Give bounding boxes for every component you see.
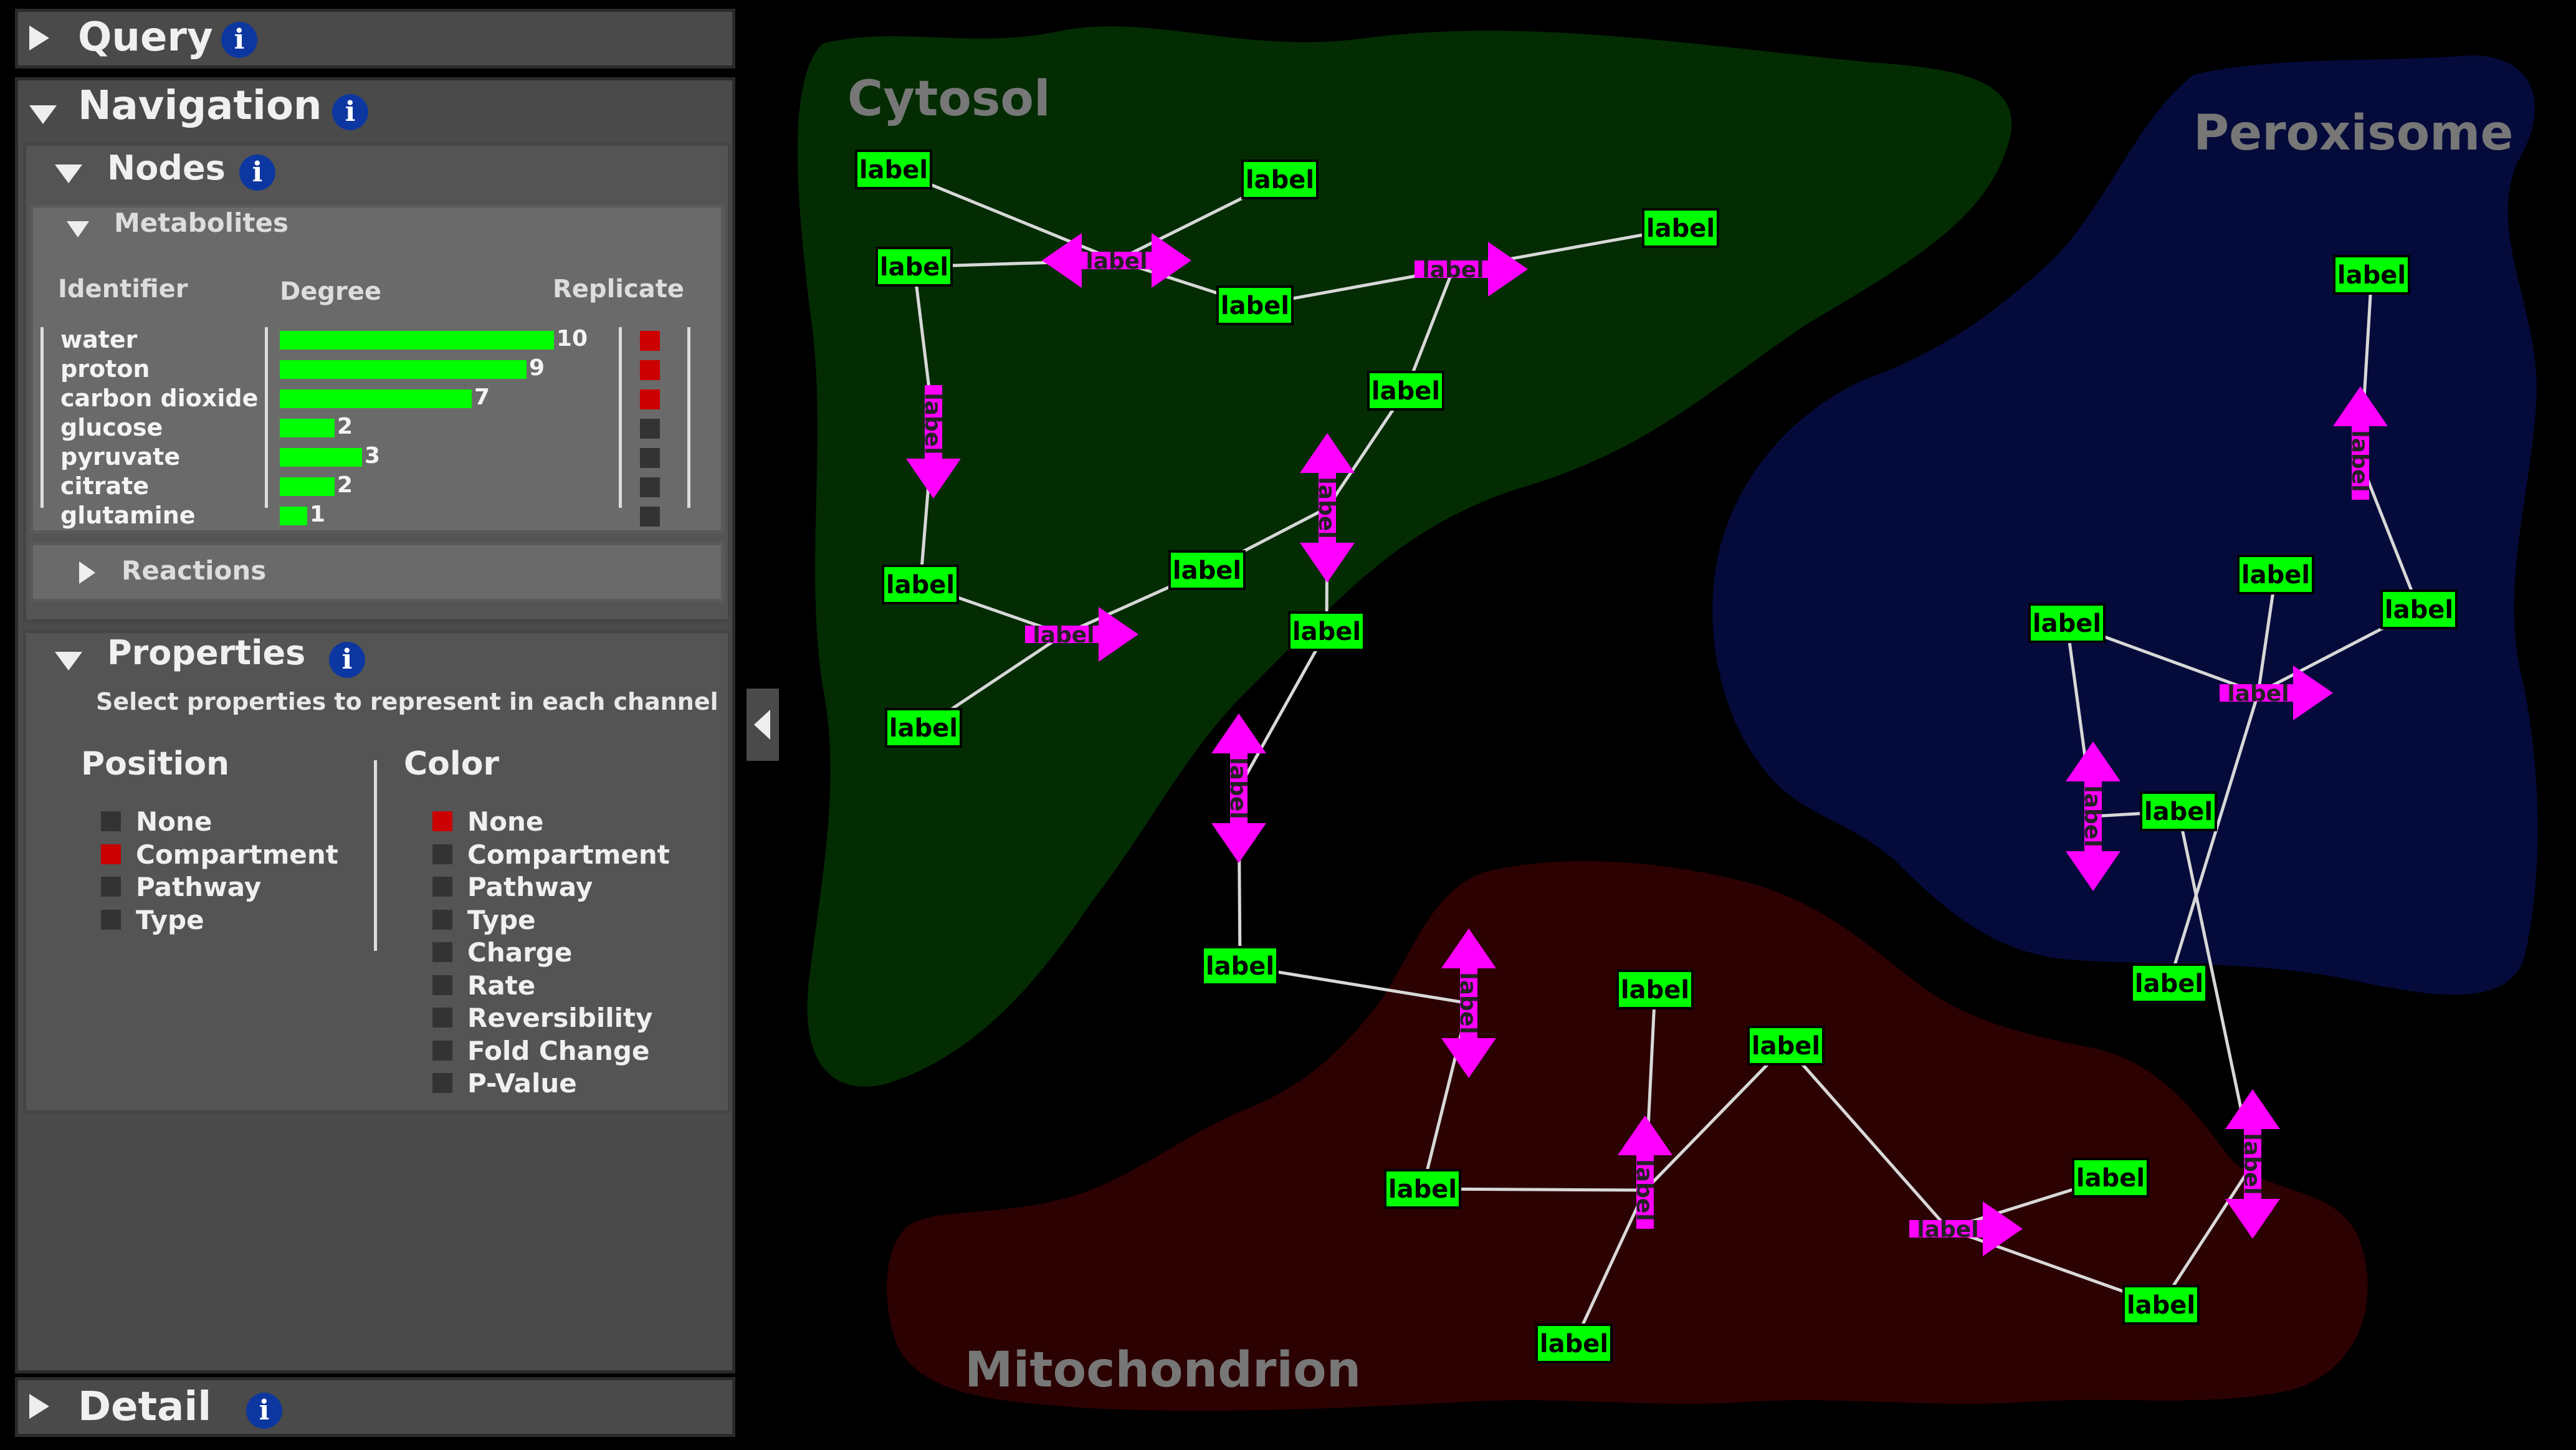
reaction-label: label <box>1455 972 1481 1034</box>
node-label: label <box>2076 1164 2145 1193</box>
node-label: label <box>1221 292 1289 320</box>
reaction-node[interactable]: label <box>1211 713 1266 863</box>
reaction-label: label <box>2079 785 2105 847</box>
metabolite-node[interactable]: label <box>2028 603 2106 643</box>
metabolite-node[interactable]: label <box>2333 255 2410 295</box>
node-label: label <box>2127 1291 2195 1320</box>
node-label: label <box>1292 618 1361 646</box>
metabolite-node[interactable]: label <box>1216 285 1294 325</box>
node-label: label <box>2144 798 2213 826</box>
metabolite-node[interactable]: label <box>1288 611 1365 651</box>
node-label: label <box>2385 596 2453 624</box>
node-label: label <box>2337 261 2406 290</box>
metabolite-node[interactable]: label <box>1642 208 1719 248</box>
node-label: label <box>1173 556 1241 585</box>
metabolite-node[interactable]: label <box>885 708 962 748</box>
reaction-label: label <box>2227 681 2289 707</box>
compartment-label: Cytosol <box>847 71 1051 127</box>
reaction-label: label <box>1085 249 1147 274</box>
metabolite-node[interactable]: label <box>2380 589 2458 629</box>
metabolite-node[interactable]: label <box>2130 963 2208 1003</box>
node-label: label <box>2135 970 2203 998</box>
reaction-label: label <box>1033 622 1094 648</box>
metabolite-node[interactable]: label <box>1241 160 1319 199</box>
metabolite-node[interactable]: label <box>1168 550 1246 590</box>
network-graph[interactable]: Cytosol Peroxisome Mitochondrion label labe… <box>0 0 2576 1450</box>
node-label: label <box>1388 1175 1457 1204</box>
node-label: label <box>889 714 958 743</box>
metabolite-node[interactable]: label <box>2237 555 2314 594</box>
arrowhead-up-icon <box>2225 1089 2280 1129</box>
reaction-label: label <box>2239 1133 2264 1195</box>
compartment-label: Peroxisome <box>2193 105 2513 161</box>
metabolite-node[interactable]: label <box>855 150 932 189</box>
node-label: label <box>880 253 948 282</box>
reaction-label: label <box>920 393 945 454</box>
node-label: label <box>2241 561 2310 589</box>
metabolite-node[interactable]: label <box>1747 1026 1825 1066</box>
reaction-label: label <box>1422 257 1484 283</box>
metabolite-node[interactable]: label <box>882 565 959 604</box>
node-label: label <box>1621 976 1689 1004</box>
metabolite-node[interactable]: label <box>1535 1324 1613 1363</box>
metabolite-node[interactable]: label <box>1201 946 1279 986</box>
compartment-label: Mitochondrion <box>965 1342 1361 1398</box>
node-label: label <box>859 156 928 184</box>
node-label: label <box>1246 166 1314 194</box>
reaction-label: label <box>1314 477 1339 538</box>
metabolite-node[interactable]: label <box>2140 791 2217 831</box>
node-label: label <box>1206 952 1274 981</box>
node-label: label <box>2033 609 2101 638</box>
metabolite-node[interactable]: label <box>2072 1158 2149 1198</box>
arrowhead-down-icon <box>1211 823 1266 863</box>
reaction-label: label <box>1225 757 1251 819</box>
reaction-label: label <box>1631 1159 1657 1221</box>
node-label: label <box>1540 1330 1608 1358</box>
node-label: label <box>886 571 955 599</box>
metabolite-node[interactable]: label <box>1367 371 1444 411</box>
node-label: label <box>1752 1032 1820 1061</box>
reaction-label: label <box>1917 1217 1978 1243</box>
reaction-label: label <box>2347 430 2372 492</box>
metabolite-node[interactable]: label <box>875 247 953 287</box>
node-label: label <box>1646 214 1715 243</box>
node-label: label <box>1371 377 1440 406</box>
metabolite-node[interactable]: label <box>2122 1285 2200 1325</box>
metabolite-node[interactable]: label <box>1616 970 1694 1009</box>
metabolite-node[interactable]: label <box>1384 1169 1461 1209</box>
